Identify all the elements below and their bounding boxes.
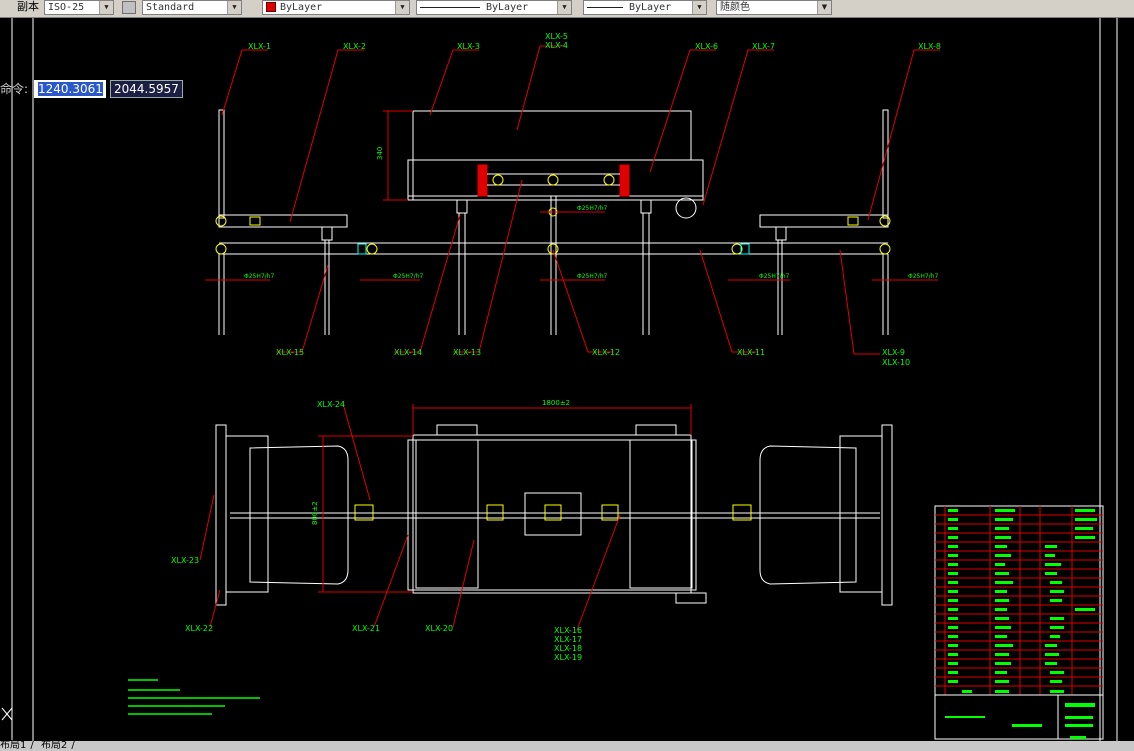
x-coordinate-value: 1240.3061 bbox=[38, 82, 103, 96]
lineweight-sample-icon bbox=[587, 6, 623, 8]
y-coordinate-value: 2044.5957 bbox=[114, 82, 179, 96]
callout-label[interactable]: XLX-12 bbox=[592, 348, 620, 357]
title-block bbox=[934, 505, 1104, 740]
color-swatch-icon bbox=[266, 2, 276, 12]
tab-layout1[interactable]: 布局1 bbox=[0, 740, 26, 751]
layout-tabs: 布局1 / 布局2 / bbox=[0, 741, 1134, 751]
textstyle-manager-icon[interactable] bbox=[122, 1, 136, 14]
lineweight-select[interactable]: ByLayer ▼ bbox=[583, 0, 707, 15]
callout-label[interactable]: XLX-9 bbox=[882, 348, 905, 357]
dimstyle-prefix: 副本 bbox=[17, 0, 39, 13]
dimension-text: 340 bbox=[376, 147, 384, 160]
dimension-text: 1800±2 bbox=[542, 399, 570, 407]
tab-separator: / bbox=[30, 740, 34, 751]
fit-label: Φ25H7/h7 bbox=[244, 273, 275, 280]
drawing-canvas[interactable]: 340 Φ25H7/h7 Φ25H7/h7 Φ25H7/h7 Φ25H7/h7 … bbox=[0, 18, 1134, 741]
linetype-value: ByLayer bbox=[486, 2, 529, 13]
callout-label[interactable]: XLX-16 bbox=[554, 626, 582, 635]
callout-label[interactable]: XLX-21 bbox=[352, 624, 380, 633]
properties-toolbar: 副本 ISO-25 ▼ Standard ▼ ByLayer ▼ ByLayer… bbox=[0, 0, 1134, 18]
callout-label[interactable]: XLX-14 bbox=[394, 348, 422, 357]
callout-label[interactable]: XLX-13 bbox=[453, 348, 481, 357]
chevron-down-icon[interactable]: ▼ bbox=[817, 1, 831, 14]
callout-label[interactable]: XLX-11 bbox=[737, 348, 765, 357]
x-coordinate-input[interactable]: 1240.3061 bbox=[34, 80, 106, 98]
crosshair-cursor-icon bbox=[1, 707, 13, 721]
callout-label[interactable]: XLX-4 bbox=[545, 41, 568, 50]
chevron-down-icon[interactable]: ▼ bbox=[557, 1, 571, 14]
front-height-dimension: 340 bbox=[376, 110, 413, 201]
callout-label[interactable]: XLX-6 bbox=[695, 42, 718, 51]
command-label: 命令: bbox=[0, 82, 29, 96]
tab-separator: / bbox=[71, 740, 75, 751]
callout-label[interactable]: XLX-18 bbox=[554, 644, 582, 653]
callout-label[interactable]: XLX-23 bbox=[171, 556, 199, 565]
chevron-down-icon[interactable]: ▼ bbox=[692, 1, 706, 14]
fit-label: Φ25H7/h7 bbox=[577, 273, 608, 280]
callout-label[interactable]: XLX-20 bbox=[425, 624, 453, 633]
chevron-down-icon[interactable]: ▼ bbox=[395, 1, 409, 14]
textstyle-select[interactable]: Standard ▼ bbox=[142, 0, 242, 15]
fit-label: Φ25H7/h7 bbox=[908, 273, 939, 280]
dimension-text: 800±2 bbox=[311, 501, 319, 525]
callout-label[interactable]: XLX-5 bbox=[545, 32, 568, 41]
chevron-down-icon[interactable]: ▼ bbox=[227, 1, 241, 14]
tab-layout2[interactable]: 布局2 bbox=[41, 740, 67, 751]
linetype-select[interactable]: ByLayer ▼ bbox=[416, 0, 572, 15]
linetype-sample-icon bbox=[420, 6, 480, 8]
leader-lines bbox=[199, 45, 940, 631]
fit-label: Φ25H7/h7 bbox=[577, 205, 608, 212]
plotstyle-value: 随颜色 bbox=[720, 2, 750, 13]
lineweight-value: ByLayer bbox=[629, 2, 672, 13]
textstyle-value: Standard bbox=[146, 2, 195, 13]
callout-labels: XLX-1 XLX-2 XLX-3 XLX-5 XLX-4 XLX-6 XLX-… bbox=[171, 32, 941, 662]
callout-label[interactable]: XLX-22 bbox=[185, 624, 213, 633]
y-coordinate-input[interactable]: 2044.5957 bbox=[110, 80, 183, 98]
fit-label: Φ25H7/h7 bbox=[393, 273, 424, 280]
plotstyle-select[interactable]: 随颜色 ▼ bbox=[716, 0, 832, 15]
callout-label[interactable]: XLX-19 bbox=[554, 653, 582, 662]
dimstyle-select[interactable]: ISO-25 ▼ bbox=[44, 0, 114, 15]
callout-label[interactable]: XLX-7 bbox=[752, 42, 775, 51]
callout-label[interactable]: XLX-2 bbox=[343, 42, 366, 51]
callout-label[interactable]: XLX-3 bbox=[457, 42, 480, 51]
dimstyle-value: ISO-25 bbox=[48, 2, 85, 13]
technical-notes bbox=[128, 679, 260, 715]
plan-dimensions: 1800±2 800±2 bbox=[311, 399, 692, 593]
color-select[interactable]: ByLayer ▼ bbox=[262, 0, 410, 15]
callout-label[interactable]: XLX-15 bbox=[276, 348, 304, 357]
callout-label[interactable]: XLX-1 bbox=[248, 42, 271, 51]
color-value: ByLayer bbox=[280, 2, 323, 13]
callout-label[interactable]: XLX-8 bbox=[918, 42, 941, 51]
callout-label[interactable]: XLX-24 bbox=[317, 400, 345, 409]
callout-label[interactable]: XLX-17 bbox=[554, 635, 582, 644]
callout-label[interactable]: XLX-10 bbox=[882, 358, 910, 367]
fit-label: Φ25H7/h7 bbox=[759, 273, 790, 280]
chevron-down-icon[interactable]: ▼ bbox=[99, 1, 113, 14]
